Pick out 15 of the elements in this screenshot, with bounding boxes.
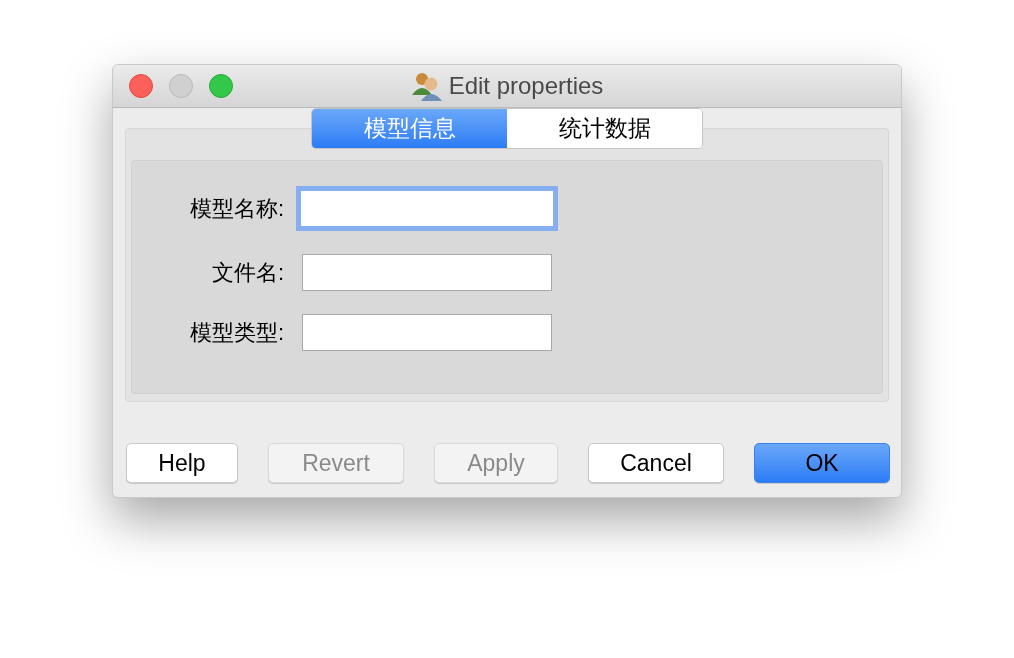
dialog-button[interactable]: Help: [126, 443, 238, 483]
minimize-icon[interactable]: [169, 74, 193, 98]
field-label: 模型名称:: [188, 195, 285, 223]
zoom-icon[interactable]: [209, 74, 233, 98]
dialog-button[interactable]: Cancel: [588, 443, 724, 483]
users-icon: [410, 71, 443, 101]
input-field[interactable]: [296, 186, 558, 231]
field-label: 文件名:: [210, 259, 285, 287]
dialog-button[interactable]: OK: [754, 443, 890, 483]
tab[interactable]: 统计数据: [507, 109, 702, 148]
close-icon[interactable]: [129, 74, 153, 98]
field-label: 模型类型:: [188, 319, 285, 347]
window-title: Edit properties: [448, 71, 604, 101]
input-field[interactable]: [302, 314, 552, 351]
input-field[interactable]: [302, 254, 552, 291]
